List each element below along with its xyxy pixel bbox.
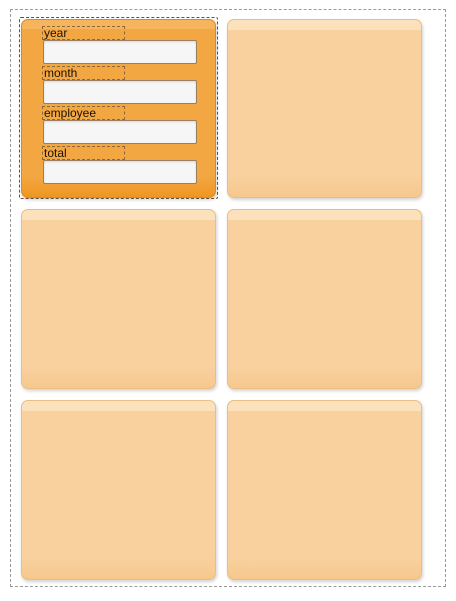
employee-input[interactable] bbox=[43, 120, 197, 144]
employee-label: employee bbox=[44, 106, 97, 120]
page: year month employee total bbox=[0, 0, 456, 601]
total-input[interactable] bbox=[43, 160, 197, 184]
empty-tile-6[interactable] bbox=[227, 400, 422, 580]
total-label: total bbox=[44, 146, 67, 160]
empty-tile-5[interactable] bbox=[21, 400, 216, 580]
month-label: month bbox=[44, 66, 78, 80]
year-input[interactable] bbox=[43, 40, 197, 64]
empty-tile-3[interactable] bbox=[21, 209, 216, 389]
empty-tile-2[interactable] bbox=[227, 19, 422, 198]
empty-tile-4[interactable] bbox=[227, 209, 422, 389]
year-label: year bbox=[44, 26, 68, 40]
month-input[interactable] bbox=[43, 80, 197, 104]
